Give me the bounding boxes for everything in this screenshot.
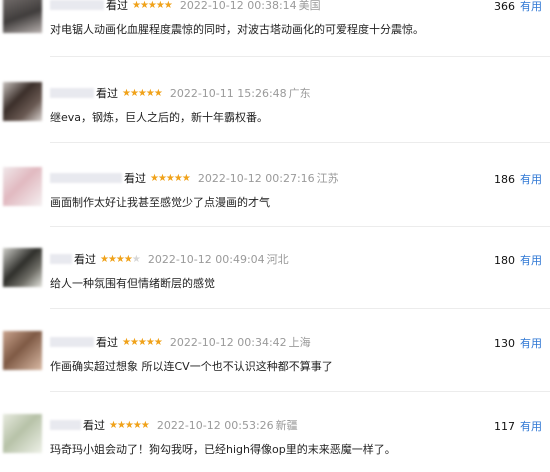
vote-count: 180 bbox=[494, 253, 515, 267]
vote-count: 366 bbox=[494, 0, 515, 13]
review-time: 2022-10-12 00:49:04 bbox=[147, 252, 265, 266]
vote-count: 117 bbox=[494, 419, 515, 433]
seen-label: 看过 bbox=[74, 253, 96, 266]
review-location: 上海 bbox=[288, 336, 311, 349]
vote-area: 117 有用 bbox=[494, 418, 542, 434]
review-meta: 看过 ★★★★★ 2022-10-12 00:49:04 河北 bbox=[50, 252, 289, 266]
review-item: 看过 ★★★★★ 2022-10-11 15:26:48 广东 继eva，钢炼，… bbox=[0, 82, 550, 134]
divider bbox=[50, 226, 550, 227]
review-comment: 给人一种氛围有但情绪断层的感觉 bbox=[50, 277, 215, 290]
vote-area: 186 有用 bbox=[494, 171, 542, 187]
avatar[interactable] bbox=[3, 0, 42, 33]
review-location: 河北 bbox=[266, 253, 289, 266]
review-location: 广东 bbox=[288, 87, 311, 100]
seen-label: 看过 bbox=[96, 87, 118, 100]
review-comment: 画面制作太好让我甚至感觉少了点漫画的才气 bbox=[50, 196, 270, 209]
username-blurred[interactable] bbox=[50, 173, 122, 183]
vote-area: 366 有用 bbox=[494, 0, 542, 14]
rating-stars: ★★★★★ bbox=[122, 87, 163, 99]
review-meta: 看过 ★★★★★ 2022-10-12 00:38:14 美国 bbox=[50, 0, 321, 12]
useful-button[interactable]: 有用 bbox=[520, 0, 542, 14]
review-item: 看过 ★★★★★ 2022-10-12 00:27:16 江苏 186 有用 画… bbox=[0, 167, 550, 219]
divider bbox=[50, 142, 550, 143]
username-blurred[interactable] bbox=[50, 337, 94, 347]
avatar[interactable] bbox=[3, 331, 42, 370]
rating-stars: ★★★★★ bbox=[150, 172, 191, 184]
avatar[interactable] bbox=[3, 82, 42, 121]
username-blurred[interactable] bbox=[50, 420, 81, 430]
review-location: 新疆 bbox=[275, 419, 298, 432]
divider bbox=[50, 56, 550, 57]
review-meta: 看过 ★★★★★ 2022-10-12 00:34:42 上海 bbox=[50, 335, 311, 349]
avatar[interactable] bbox=[3, 248, 42, 287]
review-comment: 作画确实超过想象 所以连CV一个也不认识这种都不算事了 bbox=[50, 360, 333, 373]
rating-stars: ★★★★★ bbox=[122, 336, 163, 348]
divider bbox=[50, 391, 550, 392]
seen-label: 看过 bbox=[124, 172, 146, 185]
useful-button[interactable]: 有用 bbox=[520, 335, 542, 351]
review-meta: 看过 ★★★★★ 2022-10-12 00:27:16 江苏 bbox=[50, 171, 339, 185]
avatar[interactable] bbox=[3, 167, 42, 206]
rating-stars: ★★★★★ bbox=[100, 253, 141, 265]
useful-button[interactable]: 有用 bbox=[520, 252, 542, 268]
seen-label: 看过 bbox=[83, 419, 105, 432]
review-item: 看过 ★★★★★ 2022-10-12 00:49:04 河北 180 有用 给… bbox=[0, 248, 550, 300]
rating-stars: ★★★★★ bbox=[132, 0, 173, 11]
review-comment: 继eva，钢炼，巨人之后的，新十年霸权番。 bbox=[50, 111, 269, 124]
review-comment: 对电锯人动画化血腥程度震惊的同时，对波古塔动画化的可爱程度十分震惊。 bbox=[50, 23, 424, 36]
rating-stars: ★★★★★ bbox=[109, 419, 150, 431]
vote-count: 130 bbox=[494, 336, 515, 350]
seen-label: 看过 bbox=[96, 336, 118, 349]
review-time: 2022-10-12 00:27:16 bbox=[197, 171, 315, 185]
vote-area: 130 有用 bbox=[494, 335, 542, 351]
review-meta: 看过 ★★★★★ 2022-10-12 00:53:26 新疆 bbox=[50, 418, 298, 432]
review-time: 2022-10-12 00:34:42 bbox=[169, 335, 287, 349]
divider bbox=[50, 308, 550, 309]
review-location: 江苏 bbox=[316, 172, 339, 185]
review-item: 看过 ★★★★★ 2022-10-12 00:53:26 新疆 117 有用 玛… bbox=[0, 414, 550, 472]
username-blurred[interactable] bbox=[50, 88, 94, 98]
username-blurred[interactable] bbox=[50, 0, 104, 10]
review-meta: 看过 ★★★★★ 2022-10-11 15:26:48 广东 bbox=[50, 86, 311, 100]
review-time: 2022-10-12 00:38:14 bbox=[179, 0, 297, 12]
vote-count: 186 bbox=[494, 172, 515, 186]
username-blurred[interactable] bbox=[50, 254, 72, 264]
review-location: 美国 bbox=[298, 0, 321, 12]
useful-button[interactable]: 有用 bbox=[520, 171, 542, 187]
review-time: 2022-10-11 15:26:48 bbox=[169, 86, 287, 100]
review-item: 看过 ★★★★★ 2022-10-12 00:38:14 美国 366 有用 对… bbox=[0, 0, 550, 46]
review-time: 2022-10-12 00:53:26 bbox=[156, 418, 274, 432]
useful-button[interactable]: 有用 bbox=[520, 418, 542, 434]
vote-area: 180 有用 bbox=[494, 252, 542, 268]
avatar[interactable] bbox=[3, 414, 42, 453]
review-item: 看过 ★★★★★ 2022-10-12 00:34:42 上海 130 有用 作… bbox=[0, 331, 550, 383]
review-comment: 玛奇玛小姐会动了！狗勾我呀，已经high得像op里的末来恶魔一样了。 bbox=[50, 443, 396, 456]
seen-label: 看过 bbox=[106, 0, 128, 12]
